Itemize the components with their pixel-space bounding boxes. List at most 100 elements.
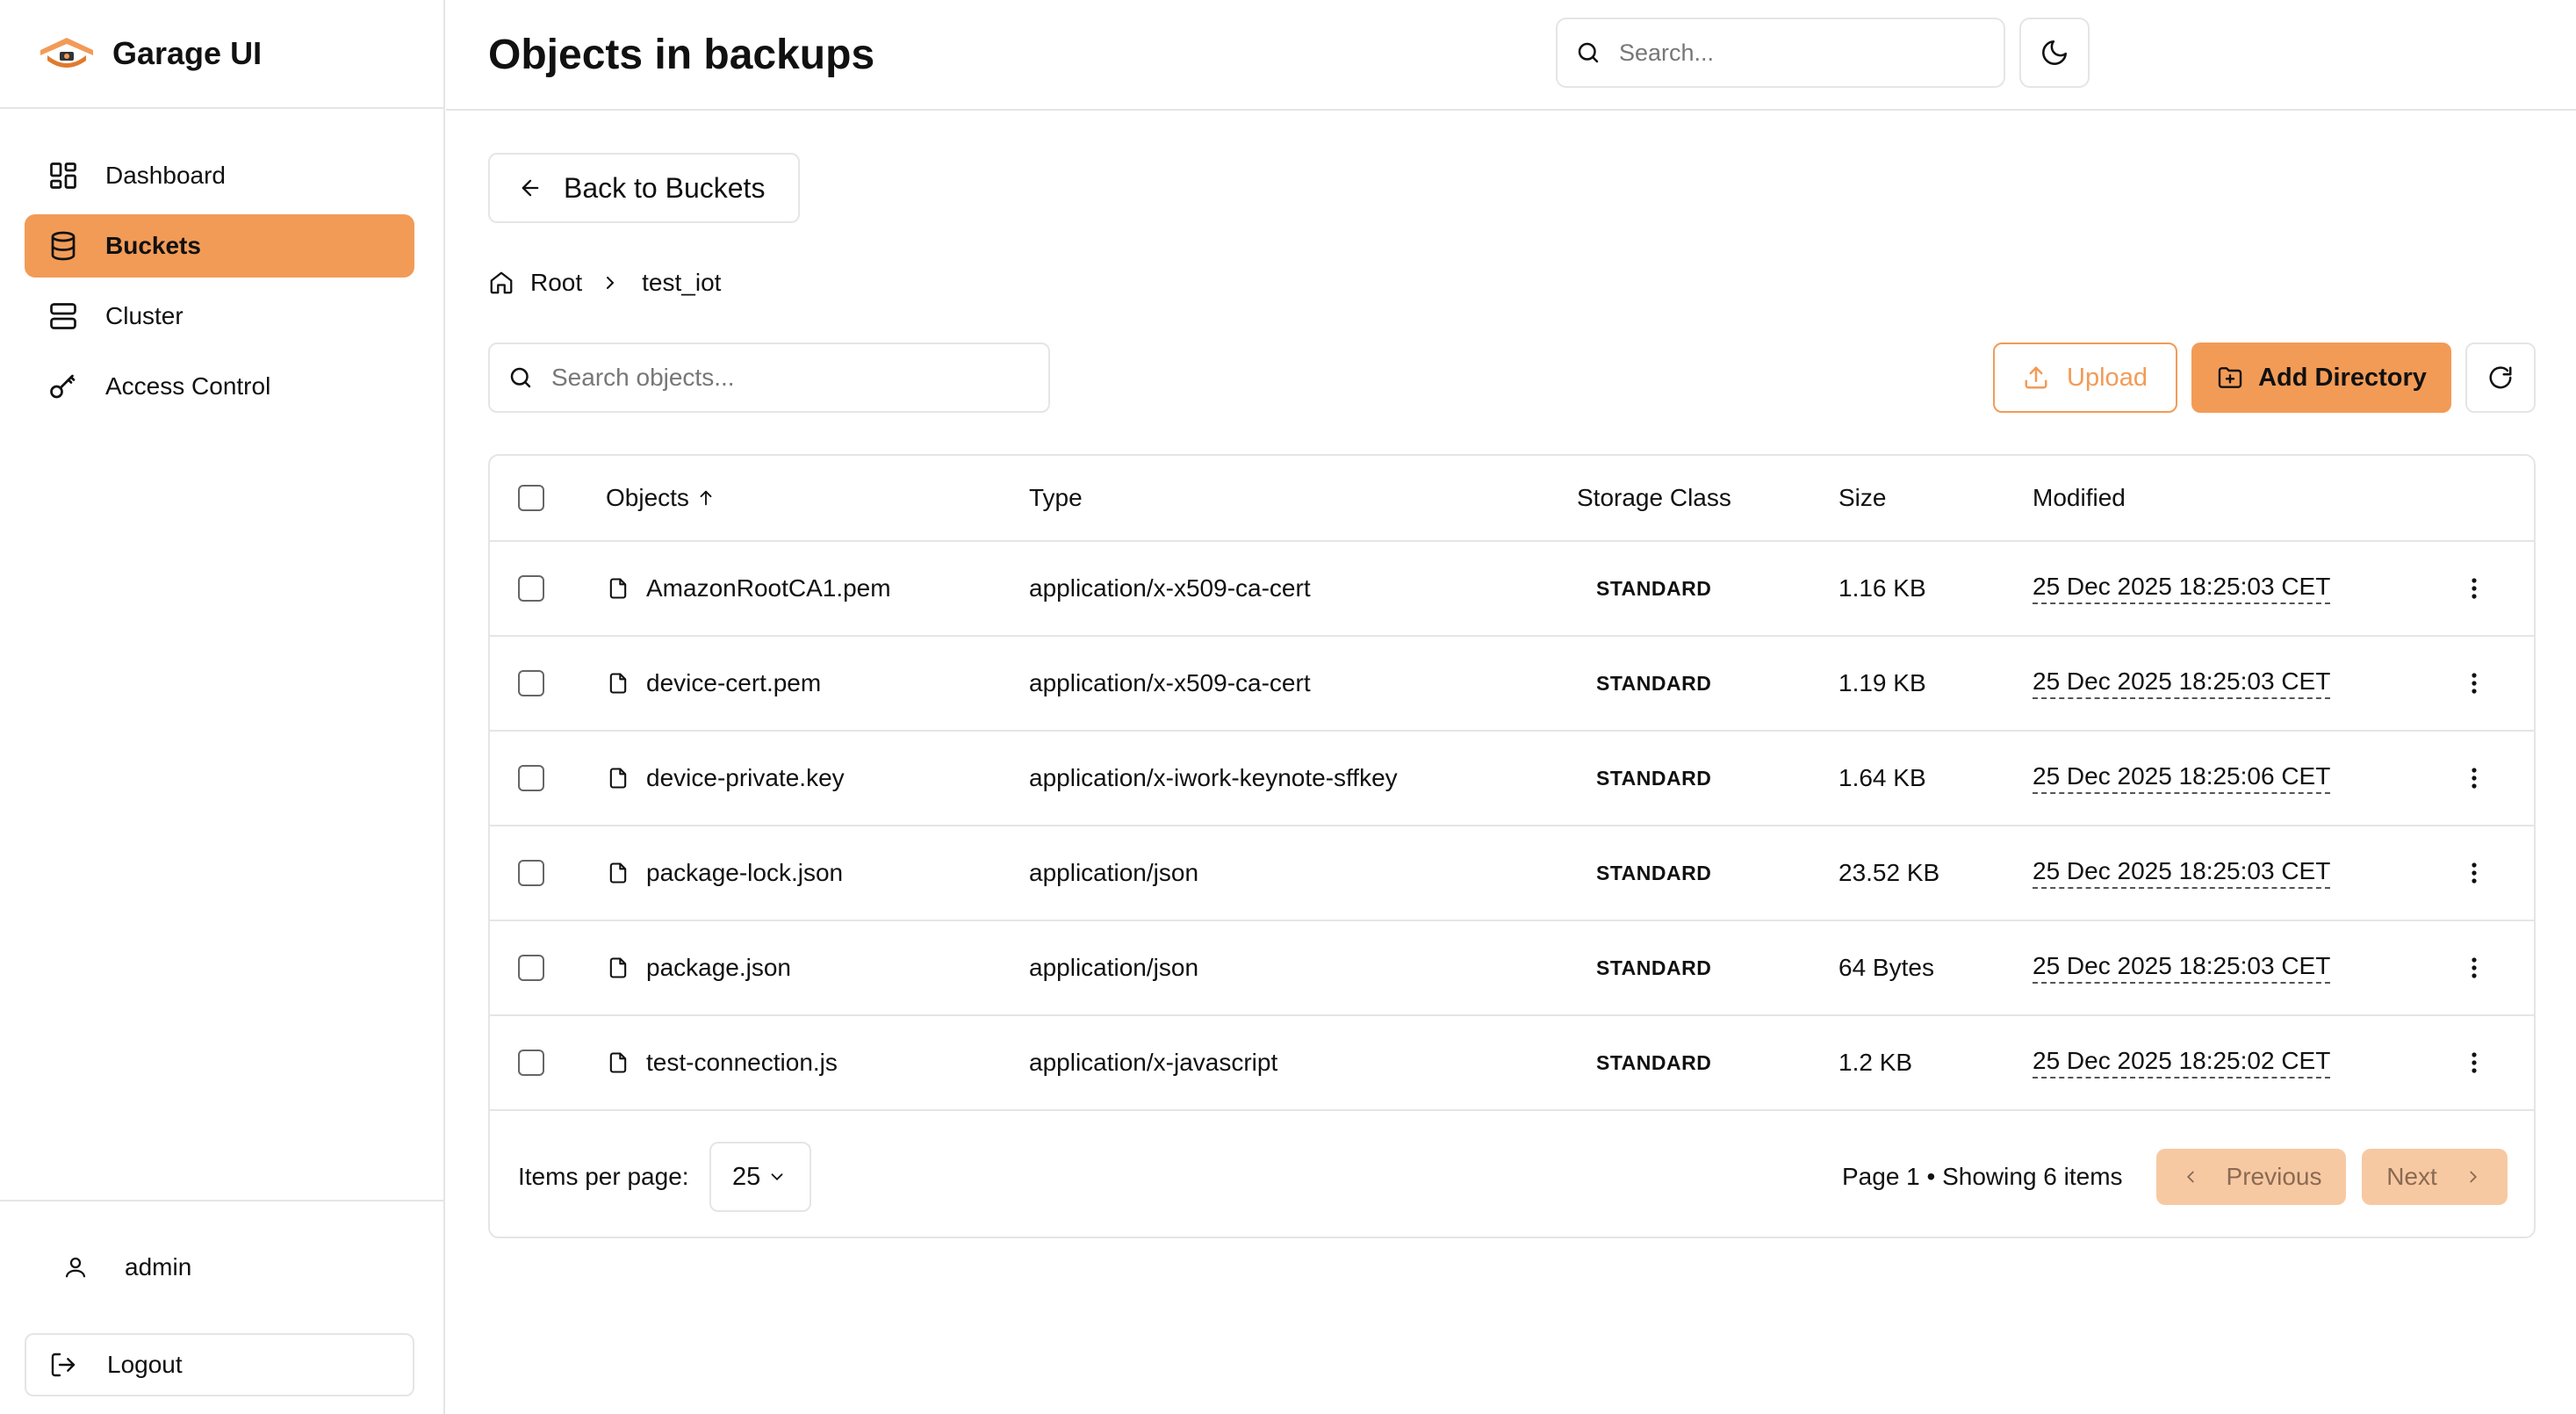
modified-date[interactable]: 25 Dec 2025 18:25:03 CET xyxy=(2033,952,2331,984)
logout-icon xyxy=(47,1349,79,1381)
table-row[interactable]: test-connection.js application/x-javascr… xyxy=(490,1016,2534,1111)
storage-class-cell: STANDARD xyxy=(1577,732,1711,825)
table-row[interactable]: AmazonRootCA1.pem application/x-x509-ca-… xyxy=(490,542,2534,637)
search-icon xyxy=(507,363,537,393)
column-header-objects[interactable]: Objects xyxy=(606,456,716,540)
sidebar-nav: Dashboard Buckets Cluster Access Control xyxy=(0,109,443,418)
user-icon xyxy=(60,1252,91,1283)
refresh-button[interactable] xyxy=(2465,343,2536,413)
row-select-cell xyxy=(518,637,544,730)
object-name-cell[interactable]: device-private.key xyxy=(606,732,845,825)
row-select-cell xyxy=(518,1016,544,1109)
next-page-button[interactable]: Next xyxy=(2362,1149,2508,1205)
object-name-cell[interactable]: AmazonRootCA1.pem xyxy=(606,542,891,635)
row-checkbox[interactable] xyxy=(518,670,544,696)
row-menu-button[interactable] xyxy=(2457,637,2492,730)
object-name-cell[interactable]: package.json xyxy=(606,921,791,1014)
row-menu-button[interactable] xyxy=(2457,826,2492,920)
row-checkbox[interactable] xyxy=(518,765,544,791)
upload-icon xyxy=(2023,364,2051,392)
storage-class-badge: STANDARD xyxy=(1596,671,1712,695)
table-row[interactable]: device-cert.pem application/x-x509-ca-ce… xyxy=(490,637,2534,732)
more-vertical-icon xyxy=(2470,956,2479,980)
user-info: admin xyxy=(25,1201,414,1333)
object-size: 1.19 KB xyxy=(1838,669,1926,696)
chevron-down-icon xyxy=(767,1167,787,1187)
objects-table: Objects Type Storage Class Size Modified… xyxy=(488,454,2536,1238)
breadcrumb-current: test_iot xyxy=(642,269,722,296)
sidebar-item-access-control[interactable]: Access Control xyxy=(25,355,414,418)
back-to-buckets-button[interactable]: Back to Buckets xyxy=(488,153,800,223)
object-name-cell[interactable]: device-cert.pem xyxy=(606,637,821,730)
search-icon xyxy=(1575,38,1605,68)
theme-toggle-button[interactable] xyxy=(2019,18,2090,88)
sidebar-item-dashboard[interactable]: Dashboard xyxy=(25,144,414,207)
global-search-input[interactable] xyxy=(1619,39,1988,67)
object-name-cell[interactable]: test-connection.js xyxy=(606,1016,838,1109)
sidebar-item-label: Cluster xyxy=(105,302,183,329)
modified-date[interactable]: 25 Dec 2025 18:25:02 CET xyxy=(2033,1047,2331,1079)
upload-button[interactable]: Upload xyxy=(1993,343,2177,413)
modified-date[interactable]: 25 Dec 2025 18:25:03 CET xyxy=(2033,667,2331,699)
home-icon[interactable] xyxy=(488,269,516,297)
object-size: 1.2 KB xyxy=(1838,1049,1913,1076)
object-name: device-cert.pem xyxy=(646,669,822,696)
page-title: Objects in backups xyxy=(488,31,875,78)
file-icon xyxy=(606,953,632,983)
row-checkbox[interactable] xyxy=(518,955,544,981)
object-type: application/json xyxy=(1029,954,1199,981)
object-type: application/x-x509-ca-cert xyxy=(1029,574,1311,602)
storage-class-cell: STANDARD xyxy=(1577,637,1711,730)
chevron-right-icon xyxy=(600,271,624,295)
storage-class-badge: STANDARD xyxy=(1596,1050,1712,1074)
object-search-input[interactable] xyxy=(551,364,1043,392)
storage-class-cell: STANDARD xyxy=(1577,826,1711,920)
modified-date[interactable]: 25 Dec 2025 18:25:06 CET xyxy=(2033,762,2331,794)
app-name: Garage UI xyxy=(112,35,263,71)
table-header: Objects Type Storage Class Size Modified xyxy=(490,456,2534,542)
breadcrumb-root[interactable]: Root xyxy=(530,269,582,297)
modified-date[interactable]: 25 Dec 2025 18:25:03 CET xyxy=(2033,857,2331,889)
modified-date[interactable]: 25 Dec 2025 18:25:03 CET xyxy=(2033,573,2331,604)
column-label: Size xyxy=(1838,484,1887,511)
modified-cell: 25 Dec 2025 18:25:03 CET xyxy=(2033,637,2331,730)
object-name: device-private.key xyxy=(646,764,845,791)
table-row[interactable]: package.json application/json STANDARD 6… xyxy=(490,921,2534,1016)
sort-ascending-icon xyxy=(696,487,716,509)
row-checkbox[interactable] xyxy=(518,575,544,602)
sidebar-item-label: Dashboard xyxy=(105,162,226,189)
row-menu-button[interactable] xyxy=(2457,732,2492,825)
arrow-left-icon xyxy=(518,174,546,202)
sidebar: Garage UI Dashboard Buckets Cluster Acce… xyxy=(0,0,445,1414)
table-row[interactable]: device-private.key application/x-iwork-k… xyxy=(490,732,2534,826)
object-name-cell[interactable]: package-lock.json xyxy=(606,826,843,920)
column-header-modified: Modified xyxy=(2033,456,2126,540)
items-per-page-select[interactable]: 25 xyxy=(709,1142,811,1212)
global-search[interactable] xyxy=(1556,18,2005,88)
column-header-type: Type xyxy=(1029,456,1083,540)
sidebar-item-label: Buckets xyxy=(105,232,201,259)
row-checkbox[interactable] xyxy=(518,1050,544,1076)
add-directory-button[interactable]: Add Directory xyxy=(2191,343,2451,413)
brand[interactable]: Garage UI xyxy=(0,0,443,109)
previous-page-button[interactable]: Previous xyxy=(2156,1149,2346,1205)
more-vertical-icon xyxy=(2470,861,2479,885)
page-header: Objects in backups xyxy=(446,0,2576,111)
row-menu-button[interactable] xyxy=(2457,1016,2492,1109)
database-icon xyxy=(46,228,81,263)
sidebar-item-buckets[interactable]: Buckets xyxy=(25,214,414,278)
row-checkbox[interactable] xyxy=(518,860,544,886)
column-label: Type xyxy=(1029,484,1083,511)
object-search[interactable] xyxy=(488,343,1050,413)
select-all-checkbox[interactable] xyxy=(518,485,544,511)
object-type: application/x-javascript xyxy=(1029,1049,1278,1076)
storage-class-badge: STANDARD xyxy=(1596,766,1712,790)
sidebar-item-cluster[interactable]: Cluster xyxy=(25,285,414,348)
storage-class-badge: STANDARD xyxy=(1596,861,1712,884)
logout-button[interactable]: Logout xyxy=(25,1333,414,1396)
object-size: 64 Bytes xyxy=(1838,954,1934,981)
row-menu-button[interactable] xyxy=(2457,542,2492,635)
row-select-cell xyxy=(518,921,544,1014)
table-row[interactable]: package-lock.json application/json STAND… xyxy=(490,826,2534,921)
row-menu-button[interactable] xyxy=(2457,921,2492,1014)
